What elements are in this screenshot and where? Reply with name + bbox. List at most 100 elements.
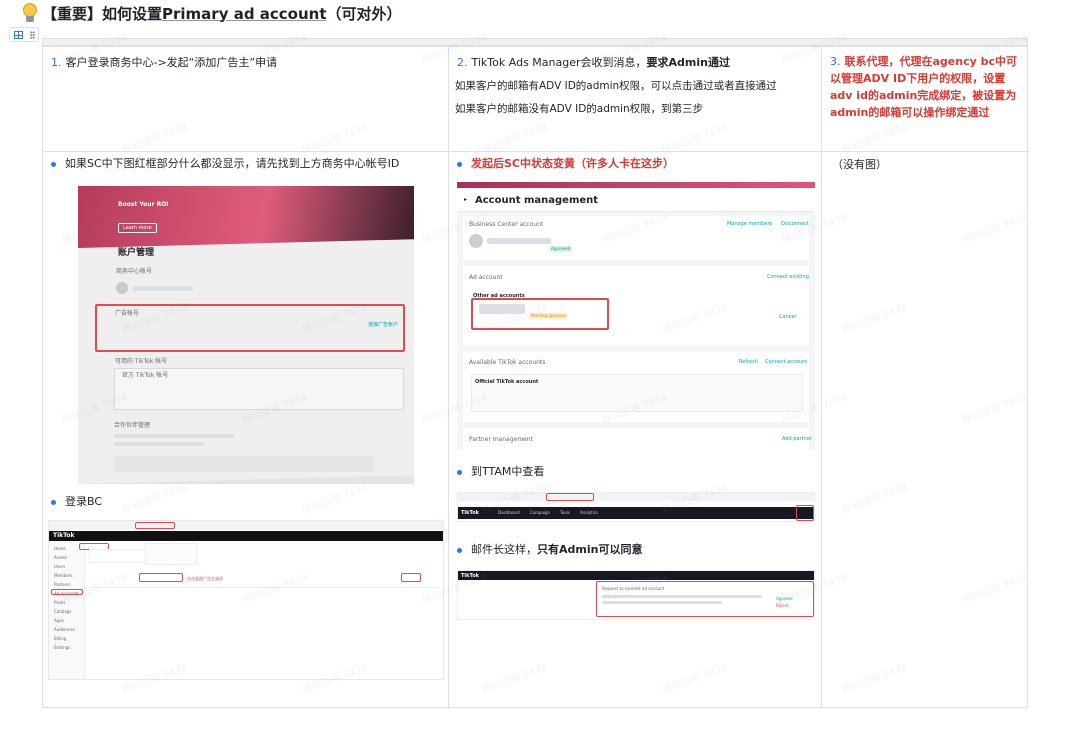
blurred-text bbox=[602, 595, 762, 598]
doc-title-row: 【重要】如何设置Primary ad account（可对外） bbox=[22, 2, 402, 24]
tiktok-accounts-label: Available TikTok accounts bbox=[469, 359, 546, 366]
table-toolbar[interactable] bbox=[9, 27, 39, 42]
list-item: 如果SC中下图红框部分什么都没显示，请先找到上方商务中心帐号ID bbox=[51, 156, 445, 172]
bullet-icon bbox=[457, 470, 462, 475]
table-icon[interactable] bbox=[13, 30, 23, 39]
photo-partner-label: 合作伙伴管理 bbox=[114, 422, 151, 429]
collapse-icon[interactable]: ▸ bbox=[464, 195, 467, 205]
blurred-text bbox=[114, 434, 234, 438]
reject-link[interactable]: Reject bbox=[776, 602, 788, 609]
bc-sidebar-item[interactable]: Pixels bbox=[54, 599, 65, 607]
table-cell-sc-status[interactable]: 发起后SC中状态变黄（许多人卡在这步） ▸ Account management… bbox=[449, 152, 822, 709]
ttam-screenshot: TikTok Dashboard Campaign Tools Analytics bbox=[457, 492, 815, 522]
table-cell-no-image[interactable]: （没有图） bbox=[822, 152, 1029, 709]
bc-sidebar-item[interactable]: Catalogs bbox=[54, 608, 71, 616]
lightbulb-icon bbox=[22, 3, 38, 23]
sc-photo-screenshot: Boost Your ROI Learn more 账户管理 商务中心帐号 广告… bbox=[78, 186, 414, 484]
ttam-tab[interactable]: Campaign bbox=[530, 510, 550, 515]
bc-sidebar-item[interactable]: Audiences bbox=[54, 626, 75, 634]
highlight-box bbox=[546, 493, 594, 501]
table-cell-step-3[interactable]: 3. 联系代理，代理在agency bc中可以管理ADV ID下用户的权限，设置a… bbox=[822, 47, 1029, 152]
bc-sidebar-item[interactable]: Settings bbox=[54, 644, 70, 652]
add-partner-link[interactable]: Add partner bbox=[782, 436, 812, 443]
mail-topbar bbox=[458, 571, 814, 580]
bc-topbar bbox=[49, 531, 443, 541]
account-management-screenshot: ▸ Account management Business Center acc… bbox=[457, 182, 815, 450]
blurred-text bbox=[133, 286, 193, 291]
blurred-text bbox=[487, 238, 551, 244]
bc-brand: TikTok bbox=[53, 532, 75, 539]
bc-screenshot: TikTok Home Assets Users Members Partners Ad … bbox=[48, 520, 444, 680]
divider bbox=[89, 587, 439, 588]
cancel-link[interactable]: Cancel bbox=[779, 314, 796, 321]
step-2-text: 2. TikTok Ads Manager会收到消息，要求Admin通过 bbox=[457, 56, 730, 69]
mail-brand: TikTok bbox=[461, 573, 479, 579]
approve-link[interactable]: Approve bbox=[776, 595, 793, 602]
bc-sidebar-item[interactable]: Members bbox=[54, 572, 73, 580]
bc-account-label: Business Center account bbox=[469, 221, 544, 228]
highlight-box bbox=[135, 522, 175, 529]
bc-sidebar-item[interactable]: Partners bbox=[54, 581, 71, 589]
table-cell-sc-help[interactable]: 如果SC中下图红框部分什么都没显示，请先找到上方商务中心帐号ID Boost Y… bbox=[43, 152, 449, 709]
bc-card bbox=[145, 543, 197, 565]
table-cell-step-1[interactable]: 1. 客户登录商务中心->发起“添加广告主”申请 bbox=[43, 47, 449, 152]
bc-sidebar-item[interactable]: Home bbox=[54, 545, 66, 553]
browser-bar bbox=[458, 493, 814, 501]
list-item: 发起后SC中状态变黄（许多人卡在这步） bbox=[457, 156, 817, 172]
step-3-text: 3. 联系代理，代理在agency bc中可以管理ADV ID下用户的权限，设置a… bbox=[830, 55, 1018, 119]
highlight-box bbox=[51, 589, 83, 595]
am-heading: Account management bbox=[475, 195, 599, 206]
blurred-text bbox=[602, 601, 722, 604]
mail-screenshot: TikTok Request to connect ad account App… bbox=[457, 570, 815, 620]
manage-members-link[interactable]: Manage members bbox=[727, 221, 772, 228]
table-cell-step-2[interactable]: 2. TikTok Ads Manager会收到消息，要求Admin通过 如果客户… bbox=[449, 47, 822, 152]
table-column-header-bar[interactable] bbox=[42, 38, 1028, 46]
step-2-line-2: 如果客户的邮箱有ADV ID的admin权限，可以点击通过或者直接通过 bbox=[455, 80, 777, 92]
bc-sidebar-item[interactable]: Apps bbox=[54, 617, 64, 625]
bullet-icon bbox=[51, 162, 56, 167]
ttam-tab[interactable]: Tools bbox=[560, 510, 570, 515]
photo-tt-label: 可用的 TikTok 帐号 bbox=[115, 358, 168, 365]
step-2-line-3: 如果客户的邮箱没有ADV ID的admin权限，到第三步 bbox=[455, 103, 704, 115]
doc-table: 1. 客户登录商务中心->发起“添加广告主”申请 2. TikTok Ads Man… bbox=[42, 46, 1029, 709]
ad-account-label: Ad account bbox=[469, 274, 503, 281]
ttam-brand: TikTok bbox=[461, 510, 479, 516]
blurred-text bbox=[114, 456, 374, 472]
step-1-text: 1. 客户登录商务中心->发起“添加广告主”申请 bbox=[51, 56, 278, 69]
highlight-box bbox=[796, 505, 814, 521]
avatar bbox=[469, 234, 483, 248]
avatar bbox=[116, 282, 128, 294]
bc-annotation: 点击发起广告主请求 bbox=[187, 576, 223, 581]
bullet-icon bbox=[457, 162, 462, 167]
bc-sidebar-item[interactable]: Billing bbox=[54, 635, 66, 643]
ttam-tab[interactable]: Dashboard bbox=[498, 510, 520, 515]
drag-handle-icon[interactable] bbox=[29, 30, 35, 39]
photo-heading: 账户管理 bbox=[118, 248, 155, 258]
banner-learn-more-button[interactable]: Learn more bbox=[118, 223, 157, 233]
highlight-box bbox=[401, 573, 421, 582]
page-title: 【重要】如何设置Primary ad account（可对外） bbox=[42, 4, 402, 23]
partner-label: Partner management bbox=[469, 436, 533, 443]
status-badge: Approved bbox=[549, 246, 573, 252]
banner-title: Boost Your ROI bbox=[118, 201, 169, 208]
mail-subject: Request to connect ad account bbox=[602, 586, 665, 591]
connect-existing-link[interactable]: Connect existing bbox=[767, 274, 809, 281]
blurred-text bbox=[114, 442, 204, 446]
bc-sidebar-item[interactable]: Assets bbox=[54, 554, 67, 562]
ttam-tabs: Dashboard Campaign Tools Analytics bbox=[498, 510, 598, 515]
bullet-icon bbox=[457, 548, 462, 553]
disconnect-link[interactable]: Disconnect bbox=[781, 221, 809, 228]
highlight-box bbox=[139, 573, 183, 582]
ttam-tab[interactable]: Analytics bbox=[580, 510, 598, 515]
browser-bar bbox=[49, 521, 443, 530]
list-item: 到TTAM中查看 bbox=[457, 464, 817, 480]
photo-official-label: 官方 TikTok 帐号 bbox=[122, 372, 169, 379]
highlight-box bbox=[95, 304, 405, 352]
list-item: 邮件长这样， 只有Admin可以同意 bbox=[457, 542, 817, 558]
photo-bc-label: 商务中心帐号 bbox=[116, 268, 153, 275]
refresh-link[interactable]: Refresh bbox=[739, 359, 758, 366]
official-account-label: Official TikTok account bbox=[475, 379, 539, 385]
no-image-text: （没有图） bbox=[832, 158, 887, 171]
bc-sidebar-item[interactable]: Users bbox=[54, 563, 65, 571]
connect-account-link[interactable]: Connect account bbox=[765, 359, 807, 366]
